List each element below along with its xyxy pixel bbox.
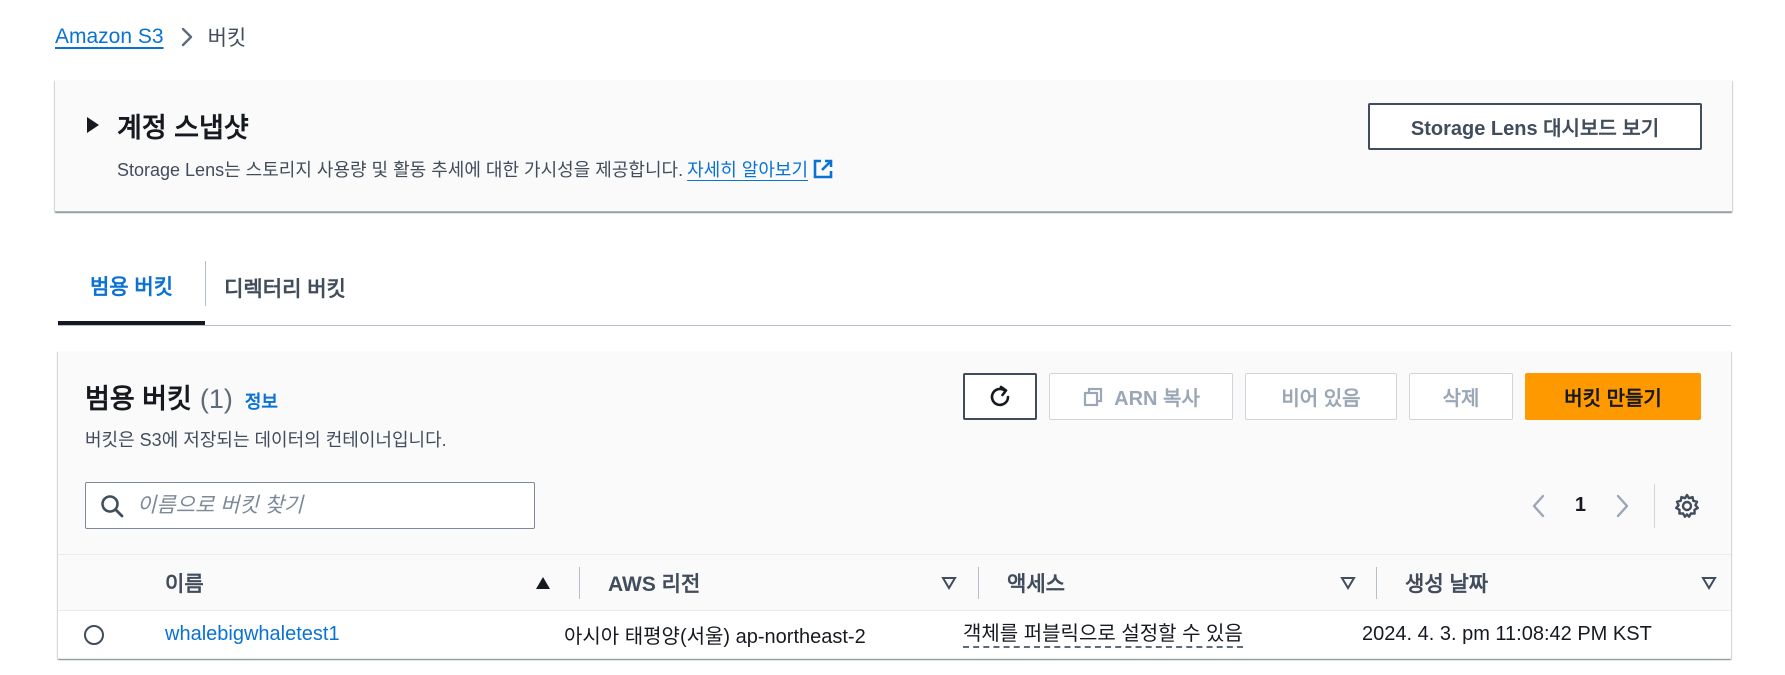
bucket-region-cell: 아시아 태평양(서울) ap-northeast-2 — [564, 626, 866, 648]
row-select-radio[interactable] — [84, 624, 104, 645]
column-header-created[interactable]: 생성 날짜 — [1405, 555, 1731, 611]
copy-arn-button[interactable]: ARN 복사 — [1049, 373, 1233, 420]
tab-general-purpose-buckets[interactable]: 범용 버킷 — [58, 250, 205, 325]
bucket-search-input[interactable] — [135, 492, 515, 519]
breadcrumb-amazon-s3-link[interactable]: Amazon S3 — [55, 25, 164, 49]
column-divider — [1376, 567, 1377, 599]
panel-title: 범용 버킷 — [85, 384, 192, 414]
column-divider — [579, 567, 580, 599]
column-header-region[interactable]: AWS 리전 — [608, 555, 971, 611]
delete-bucket-button[interactable]: 삭제 — [1409, 373, 1513, 420]
panel-heading: 범용 버킷 (1) 정보 — [85, 377, 278, 416]
refresh-button[interactable] — [963, 373, 1037, 420]
view-storage-lens-dashboard-button[interactable]: Storage Lens 대시보드 보기 — [1368, 103, 1702, 150]
column-header-access[interactable]: 액세스 — [1007, 555, 1370, 611]
table-body: whalebigwhaletest1 아시아 태평양(서울) ap-northe… — [58, 611, 1731, 659]
column-header-label: 액세스 — [1007, 573, 1065, 596]
snapshot-title[interactable]: 계정 스냅샷 — [117, 106, 249, 145]
refresh-icon — [987, 384, 1013, 410]
gear-icon[interactable] — [1673, 492, 1701, 520]
table-header: 이름 AWS 리전 액세스 생성 날짜 — [58, 554, 1731, 611]
pagination: 1 — [1529, 482, 1701, 529]
buckets-table: 이름 AWS 리전 액세스 생성 날짜 whalebigwhaletest1 아… — [58, 554, 1731, 659]
pagination-divider — [1654, 483, 1655, 528]
bucket-name-cell: whalebigwhaletest1 — [165, 611, 340, 658]
column-header-name[interactable]: 이름 — [165, 555, 565, 611]
general-purpose-buckets-panel: 범용 버킷 (1) 정보 버킷은 S3에 저장되는 데이터의 컨테이너입니다. … — [58, 351, 1731, 659]
copy-arn-label: ARN 복사 — [1114, 388, 1200, 410]
learn-more-link[interactable]: 자세히 알아보기 — [687, 156, 808, 182]
empty-bucket-button[interactable]: 비어 있음 — [1245, 373, 1397, 420]
snapshot-description-row: Storage Lens는 스토리지 사용량 및 활동 추세에 대한 가시성을 … — [117, 156, 834, 182]
chevron-left-icon[interactable] — [1529, 492, 1549, 520]
sort-icon — [1701, 576, 1717, 590]
panel-actions: ARN 복사 비어 있음 삭제 버킷 만들기 — [963, 373, 1701, 420]
bucket-count: (1) — [199, 384, 233, 414]
table-row[interactable]: whalebigwhaletest1 아시아 태평양(서울) ap-northe… — [58, 611, 1731, 659]
account-snapshot-panel: 계정 스냅샷 Storage Lens는 스토리지 사용량 및 활동 추세에 대… — [55, 80, 1732, 212]
column-header-label: AWS 리전 — [608, 573, 701, 596]
sort-icon — [1340, 576, 1356, 590]
bucket-type-tabs: 범용 버킷 디렉터리 버킷 — [58, 250, 1731, 326]
expand-caret-icon[interactable] — [85, 116, 101, 139]
bucket-access-cell: 객체를 퍼블릭으로 설정할 수 있음 — [963, 611, 1243, 658]
search-icon — [99, 493, 125, 519]
column-header-label: 생성 날짜 — [1405, 573, 1489, 596]
chevron-right-icon — [180, 26, 194, 48]
page-number[interactable]: 1 — [1575, 494, 1586, 517]
copy-icon — [1082, 386, 1104, 408]
column-divider — [978, 567, 979, 599]
breadcrumb-current: 버킷 — [207, 27, 247, 50]
bucket-access-text[interactable]: 객체를 퍼블릭으로 설정할 수 있음 — [963, 622, 1243, 648]
row-select-cell — [84, 611, 104, 658]
tab-directory-buckets[interactable]: 디렉터리 버킷 — [205, 250, 365, 325]
external-link-icon[interactable] — [812, 158, 834, 180]
bucket-search — [85, 482, 535, 529]
info-link[interactable]: 정보 — [245, 388, 278, 414]
breadcrumb: Amazon S3 버킷 — [55, 22, 246, 52]
sort-ascending-icon — [535, 576, 551, 590]
chevron-right-icon[interactable] — [1612, 492, 1632, 520]
bucket-name-link[interactable]: whalebigwhaletest1 — [165, 623, 340, 646]
sort-icon — [941, 576, 957, 590]
panel-description: 버킷은 S3에 저장되는 데이터의 컨테이너입니다. — [85, 430, 447, 450]
bucket-created-cell: 2024. 4. 3. pm 11:08:42 PM KST — [1362, 623, 1652, 645]
create-bucket-button[interactable]: 버킷 만들기 — [1525, 373, 1701, 420]
column-header-label: 이름 — [165, 573, 204, 596]
snapshot-description: Storage Lens는 스토리지 사용량 및 활동 추세에 대한 가시성을 … — [117, 160, 684, 180]
